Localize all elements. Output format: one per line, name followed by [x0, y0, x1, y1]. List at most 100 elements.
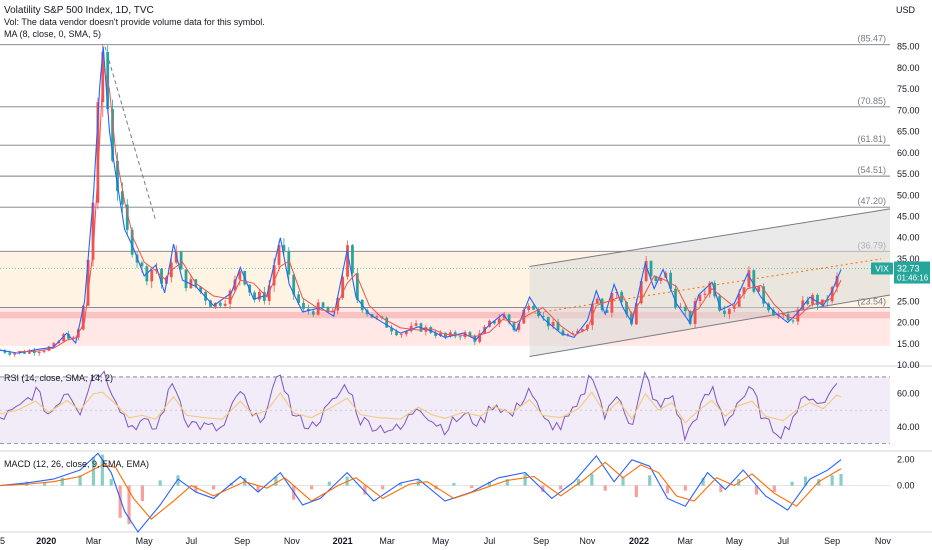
candle-body[interactable] [179, 251, 183, 270]
candle-body[interactable] [13, 353, 17, 355]
macd-histogram-bar [309, 485, 314, 490]
macd-histogram-bar [683, 485, 687, 491]
time-axis-tick: Sep [533, 536, 549, 546]
macd-histogram-bar [603, 485, 607, 491]
candle-body[interactable] [527, 305, 531, 310]
price-axis-tick: 85.00 [897, 42, 920, 52]
fib-band [0, 145, 890, 177]
time-axis-tick: Mar [86, 536, 102, 546]
macd-histogram-bar [158, 480, 162, 486]
macd-histogram-bar [523, 473, 527, 486]
chart-title: Volatility S&P 500 Index, 1D, TVC [4, 5, 154, 16]
candle-body[interactable] [351, 245, 354, 274]
tradingview-chart[interactable]: (85.47)(70.85)(61.81)(54.51)(47.20)(36.7… [0, 0, 932, 550]
candle-body[interactable] [703, 293, 707, 295]
time-axis-tick: Jul [777, 536, 789, 546]
macd-histogram-bar [839, 473, 843, 486]
fib-level-label: (54.51) [857, 165, 886, 175]
currency-label: USD [896, 5, 916, 15]
macd-histogram-bar [470, 485, 474, 489]
macd-histogram-bar [634, 485, 638, 498]
macd-histogram-bar [60, 477, 64, 486]
price-axis-tick: 25.00 [897, 296, 920, 306]
time-axis-tick: Sep [824, 536, 840, 546]
fib-level-label: (61.81) [857, 134, 886, 144]
fib-level-label: (47.20) [857, 196, 886, 206]
price-axis-tick: 40.00 [897, 233, 920, 243]
macd-histogram-bar [665, 485, 670, 494]
price-axis-tick: 20.00 [897, 318, 920, 328]
last-price-value: 32.73 [897, 264, 920, 274]
macd-histogram-bar [109, 479, 113, 486]
time-axis-tick: Nov [284, 536, 301, 546]
time-axis-tick: Sep [234, 536, 250, 546]
macd-histogram-bar [830, 475, 834, 486]
time-axis-tick: 2021 [333, 536, 353, 546]
fib-band [0, 106, 890, 146]
time-axis-tick: 2022 [629, 536, 649, 546]
candle-body[interactable] [311, 311, 315, 315]
candle-body[interactable] [37, 351, 41, 354]
macd-histogram-bar [772, 485, 776, 492]
time-axis-tick: 5 [0, 536, 5, 546]
candle-body[interactable] [218, 302, 222, 306]
ma-indicator-label: MA (8, close, 0, SMA, 5) [4, 29, 101, 39]
price-axis-tick: 45.00 [897, 211, 920, 221]
fib-band [0, 44, 890, 107]
time-axis-tick: Nov [875, 536, 892, 546]
candle-body[interactable] [258, 292, 261, 300]
macd-histogram-bar [648, 475, 652, 486]
candle-body[interactable] [42, 350, 46, 352]
candle-body[interactable] [385, 317, 389, 328]
symbol-badge-text: VIX [875, 264, 889, 274]
macd-histogram-bar [212, 485, 216, 490]
candle-body[interactable] [150, 269, 154, 282]
rsi-axis-tick: 60.00 [897, 389, 920, 399]
candle-body[interactable] [468, 332, 472, 336]
candle-body[interactable] [752, 270, 756, 292]
candle-body[interactable] [723, 310, 726, 315]
time-axis-tick: Mar [678, 536, 694, 546]
candle-body[interactable] [727, 308, 731, 315]
macd-histogram-bar [381, 485, 385, 490]
candle-body[interactable] [399, 334, 403, 336]
macd-axis-tick: 0.00 [897, 481, 915, 491]
candle-body[interactable] [223, 303, 227, 306]
time-axis-tick: Jul [484, 536, 496, 546]
price-axis-tick: 55.00 [897, 169, 920, 179]
price-axis-tick: 60.00 [897, 148, 920, 158]
candle-body[interactable] [321, 302, 325, 308]
time-axis-tick: Nov [579, 536, 596, 546]
rsi-axis-tick: 40.00 [897, 422, 920, 432]
candle-body[interactable] [595, 298, 599, 304]
candle-body[interactable] [649, 260, 653, 277]
candle-body[interactable] [414, 323, 418, 326]
bar-countdown: 01:46:16 [897, 274, 929, 283]
candle-body[interactable] [791, 320, 795, 322]
candle-body[interactable] [683, 306, 687, 312]
price-axis-tick: 50.00 [897, 190, 920, 200]
fib-band [0, 176, 890, 208]
candle-body[interactable] [458, 336, 462, 338]
price-axis-tick: 75.00 [897, 84, 920, 94]
candle-body[interactable] [532, 305, 535, 310]
candle-body[interactable] [346, 245, 349, 277]
macd-signal-line [0, 461, 842, 520]
macd-histogram-bar [140, 485, 144, 502]
macd-histogram-bar [327, 481, 331, 486]
time-axis-tick: Jul [186, 536, 198, 546]
price-axis-tick: 70.00 [897, 105, 920, 115]
macd-histogram-bar [559, 485, 563, 490]
macd-axis-tick: 2.00 [897, 455, 915, 465]
candle-body[interactable] [184, 269, 188, 289]
candle-body[interactable] [8, 352, 12, 355]
candle-body[interactable] [140, 262, 144, 267]
time-axis-tick: May [432, 536, 450, 546]
candle-body[interactable] [302, 302, 305, 309]
time-axis-tick: May [136, 536, 154, 546]
price-axis-tick: 15.00 [897, 339, 920, 349]
candle-body[interactable] [375, 316, 379, 318]
macd-histogram-bar [790, 481, 794, 486]
candle-body[interactable] [561, 330, 565, 336]
candle-body[interactable] [698, 294, 702, 302]
